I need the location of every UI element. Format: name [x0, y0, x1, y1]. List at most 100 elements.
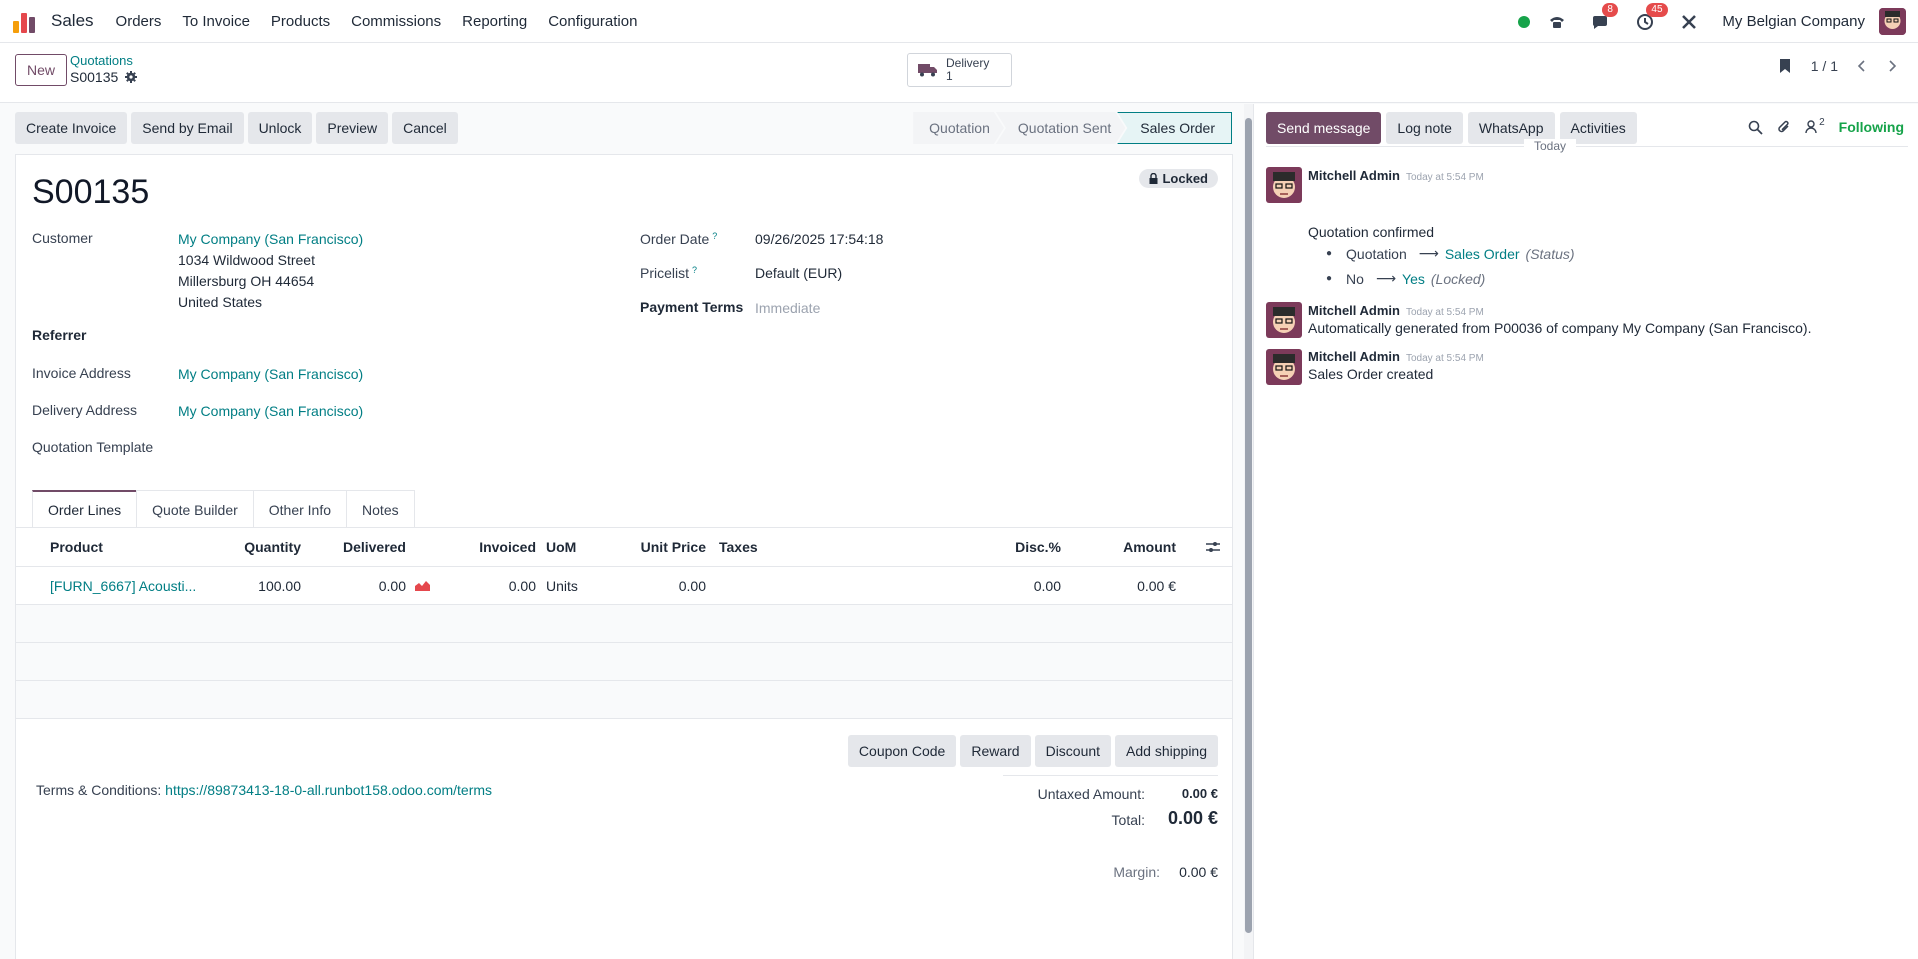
- unlock-button[interactable]: Unlock: [247, 112, 313, 144]
- message-body: Automatically generated from P00036 of c…: [1308, 320, 1812, 336]
- tab-order-lines[interactable]: Order Lines: [32, 490, 138, 528]
- menu-orders[interactable]: Orders: [116, 13, 162, 30]
- optional-columns-icon[interactable]: [1206, 541, 1220, 553]
- message-avatar[interactable]: [1266, 167, 1302, 207]
- send-message-button[interactable]: Send message: [1266, 112, 1382, 144]
- debug-tools-icon[interactable]: [1678, 11, 1700, 33]
- forecast-chart-icon[interactable]: [415, 580, 430, 591]
- stage-quotation-sent[interactable]: Quotation Sent: [996, 112, 1125, 144]
- line-discount[interactable]: 0.00: [961, 578, 1061, 594]
- menu-products[interactable]: Products: [271, 13, 330, 30]
- line-quantity[interactable]: 100.00: [201, 578, 301, 594]
- company-switcher[interactable]: My Belgian Company: [1722, 13, 1865, 30]
- payment-terms-field[interactable]: Immediate: [755, 300, 820, 316]
- margin-value: 0.00 €: [1179, 864, 1218, 880]
- new-button[interactable]: New: [15, 54, 68, 86]
- line-uom[interactable]: Units: [546, 578, 578, 594]
- menu-to-invoice[interactable]: To Invoice: [182, 13, 250, 30]
- followers-count: 2: [1819, 117, 1825, 128]
- order-date-label-text: Order Date: [640, 231, 710, 247]
- line-unit-price[interactable]: 0.00: [606, 578, 706, 594]
- col-invoiced[interactable]: Invoiced: [436, 539, 536, 555]
- form-scrollbar[interactable]: [1244, 104, 1253, 959]
- invoice-address-field[interactable]: My Company (San Francisco): [178, 366, 363, 382]
- tracking-field: (Locked): [1430, 270, 1486, 287]
- send-by-email-button[interactable]: Send by Email: [131, 112, 244, 144]
- menu-commissions[interactable]: Commissions: [351, 13, 441, 30]
- col-discount[interactable]: Disc.%: [961, 539, 1061, 555]
- line-invoiced: 0.00: [508, 578, 536, 594]
- order-date-help-icon[interactable]: ?: [712, 231, 717, 241]
- col-uom[interactable]: UoM: [546, 539, 576, 555]
- pricelist-field[interactable]: Default (EUR): [755, 265, 842, 281]
- search-icon[interactable]: [1748, 120, 1763, 135]
- stage-sales-order[interactable]: Sales Order: [1117, 112, 1232, 144]
- col-product[interactable]: Product: [50, 539, 103, 555]
- delivery-count: 1: [946, 69, 953, 83]
- order-date-field[interactable]: 09/26/2025 17:54:18: [755, 231, 883, 247]
- col-delivered[interactable]: Delivered: [306, 539, 406, 555]
- pricelist-label-text: Pricelist: [640, 265, 690, 281]
- preview-button[interactable]: Preview: [316, 112, 389, 144]
- col-amount[interactable]: Amount: [1076, 539, 1176, 555]
- empty-row: [16, 681, 1232, 719]
- control-panel: New Quotations S00135 Delivery 1 1 / 1: [0, 43, 1918, 103]
- app-name[interactable]: Sales: [51, 11, 94, 31]
- message-author[interactable]: Mitchell Admin: [1308, 349, 1400, 364]
- line-product[interactable]: [FURN_6667] Acousti...: [50, 578, 196, 594]
- form-scrollbar-thumb[interactable]: [1245, 118, 1252, 933]
- tab-other-info[interactable]: Other Info: [252, 490, 348, 528]
- coupon-code-button[interactable]: Coupon Code: [847, 735, 957, 767]
- create-invoice-button[interactable]: Create Invoice: [15, 112, 128, 144]
- gear-icon[interactable]: [125, 71, 138, 83]
- tracking-new: Yes: [1402, 270, 1425, 287]
- breadcrumb-quotations[interactable]: Quotations: [70, 53, 133, 68]
- reward-button[interactable]: Reward: [960, 735, 1031, 767]
- tracking-field: (Status): [1525, 245, 1575, 262]
- discount-button[interactable]: Discount: [1034, 735, 1112, 767]
- presence-status-icon: [1518, 15, 1531, 28]
- tracking-old: No: [1346, 270, 1364, 287]
- chat-icon[interactable]: 8: [1590, 2, 1618, 33]
- table-row[interactable]: [FURN_6667] Acousti... 100.00 0.00 0.00 …: [16, 567, 1232, 605]
- message-avatar[interactable]: [1266, 349, 1302, 389]
- activity-clock-icon[interactable]: 45: [1634, 2, 1668, 33]
- pager-next-icon[interactable]: [1886, 60, 1898, 72]
- user-avatar[interactable]: [1879, 8, 1906, 35]
- stage-quotation[interactable]: Quotation: [913, 112, 1004, 144]
- cancel-button[interactable]: Cancel: [392, 112, 458, 144]
- customer-field[interactable]: My Company (San Francisco): [178, 231, 363, 247]
- followers-button[interactable]: 2: [1805, 117, 1825, 134]
- message-header: Mitchell Admin Today at 5:54 PM: [1308, 349, 1484, 364]
- delivery-address-field[interactable]: My Company (San Francisco): [178, 403, 363, 419]
- following-button[interactable]: Following: [1839, 119, 1904, 135]
- order-lines-header: Product Quantity Delivered Invoiced UoM …: [16, 528, 1232, 567]
- message-author[interactable]: Mitchell Admin: [1308, 303, 1400, 318]
- menu-reporting[interactable]: Reporting: [462, 13, 527, 30]
- form-view: Create Invoice Send by Email Unlock Prev…: [0, 104, 1253, 959]
- menu-configuration[interactable]: Configuration: [548, 13, 637, 30]
- log-note-button[interactable]: Log note: [1386, 112, 1463, 144]
- total-label: Total:: [1111, 812, 1145, 828]
- add-shipping-button[interactable]: Add shipping: [1115, 735, 1218, 767]
- promotion-buttons: Coupon Code Reward Discount Add shipping: [847, 735, 1218, 767]
- message-avatar[interactable]: [1266, 302, 1302, 342]
- invoice-address-label: Invoice Address: [32, 365, 131, 381]
- paperclip-icon[interactable]: [1777, 119, 1791, 135]
- phone-icon[interactable]: [1546, 11, 1568, 33]
- terms-link[interactable]: https://89873413-18-0-all.runbot158.odoo…: [165, 782, 492, 798]
- delivery-smart-button[interactable]: Delivery 1: [907, 53, 1012, 87]
- message-time: Today at 5:54 PM: [1405, 353, 1484, 364]
- sales-app-icon[interactable]: [13, 9, 39, 33]
- bookmark-icon[interactable]: [1777, 58, 1793, 74]
- pager-value[interactable]: 1 / 1: [1811, 58, 1838, 74]
- col-unit-price[interactable]: Unit Price: [606, 539, 706, 555]
- message-author[interactable]: Mitchell Admin: [1308, 168, 1400, 183]
- col-quantity[interactable]: Quantity: [201, 539, 301, 555]
- col-taxes[interactable]: Taxes: [719, 539, 758, 555]
- pricelist-help-icon[interactable]: ?: [692, 265, 697, 275]
- tab-quote-builder[interactable]: Quote Builder: [136, 490, 254, 528]
- tab-notes[interactable]: Notes: [346, 490, 415, 528]
- pager-previous-icon[interactable]: [1856, 60, 1868, 72]
- customer-label: Customer: [32, 230, 93, 246]
